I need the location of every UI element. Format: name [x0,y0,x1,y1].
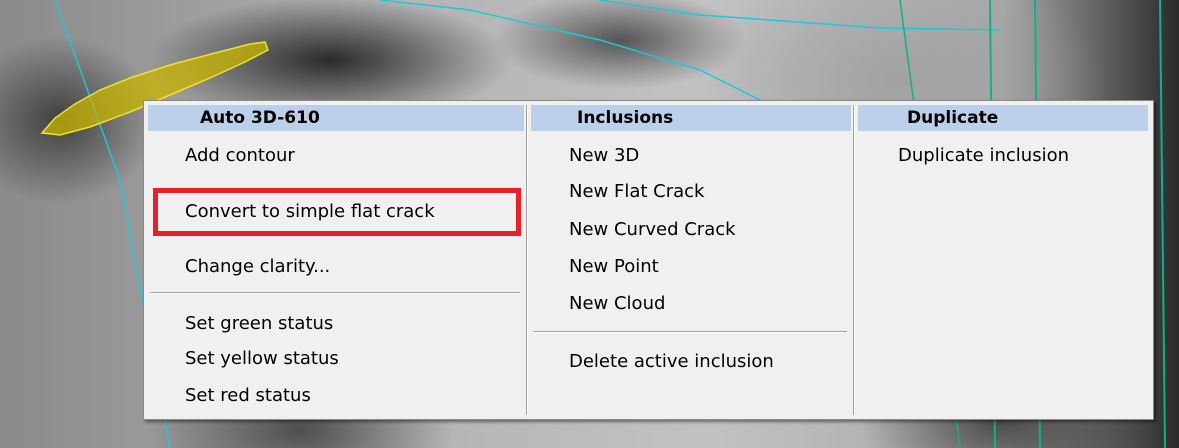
menu-item-set-red-status[interactable]: Set red status [148,381,524,411]
menu-item-change-clarity[interactable]: Change clarity... [148,252,524,282]
menu-item-new-flat-crack[interactable]: New Flat Crack [531,177,851,207]
menu-column-separator [853,105,854,415]
menu-separator [533,331,847,332]
menu-header-auto: Auto 3D-610 [148,105,524,131]
menu-item-new-point[interactable]: New Point [531,252,851,282]
context-menu: Auto 3D-610 Add contour Convert to simpl… [143,100,1154,420]
menu-item-new-cloud[interactable]: New Cloud [531,289,851,319]
menu-item-delete-active-inclusion[interactable]: Delete active inclusion [531,347,851,377]
menu-item-new-3d[interactable]: New 3D [531,141,851,171]
contour-line[interactable] [599,0,1001,31]
contour-line[interactable] [1159,0,1166,448]
menu-column-duplicate: Duplicate Duplicate inclusion [858,105,1148,415]
menu-header-inclusions: Inclusions [531,105,851,131]
menu-item-set-yellow-status[interactable]: Set yellow status [148,344,524,374]
menu-item-duplicate-inclusion[interactable]: Duplicate inclusion [858,141,1148,171]
highlight-box [153,188,521,236]
menu-separator [150,292,520,293]
menu-column-separator [526,105,527,415]
menu-item-new-curved-crack[interactable]: New Curved Crack [531,215,851,245]
menu-item-set-green-status[interactable]: Set green status [148,309,524,339]
menu-header-duplicate: Duplicate [858,105,1148,131]
menu-column-inclusions: Inclusions New 3D New Flat Crack New Cur… [531,105,851,415]
menu-item-add-contour[interactable]: Add contour [148,141,524,171]
menu-column-auto: Auto 3D-610 Add contour Convert to simpl… [148,105,524,415]
